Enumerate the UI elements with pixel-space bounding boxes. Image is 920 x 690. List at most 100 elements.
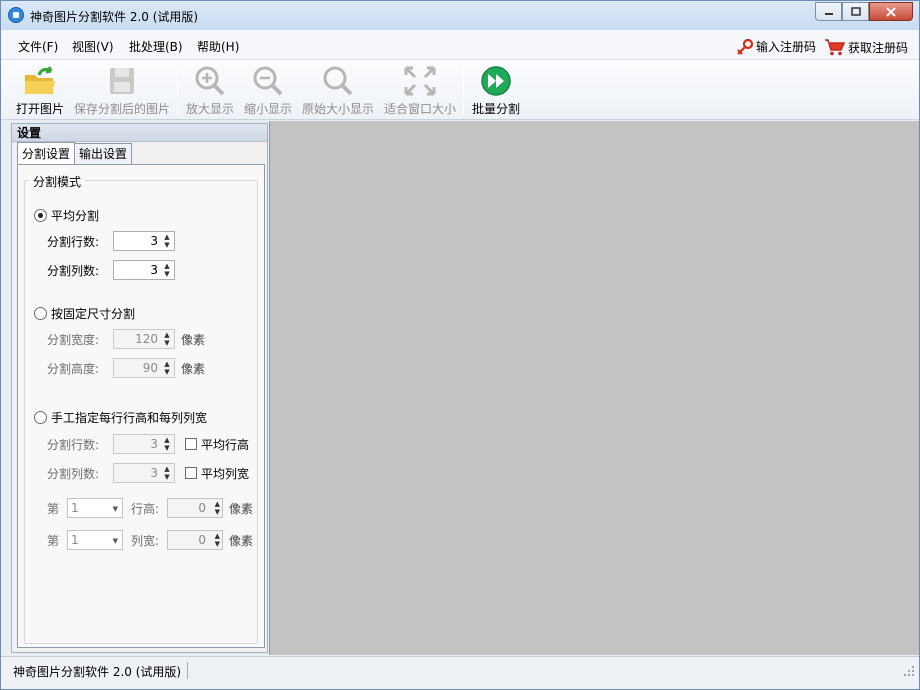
- resize-grip-icon[interactable]: [903, 665, 915, 677]
- even-rows-value: 3: [150, 234, 158, 248]
- split-mode-group: 分割模式 平均分割 分割行数: 3 ▲ ▼ 分割列数: 3 ▲ ▼ 按固定尺寸分…: [24, 173, 258, 644]
- spinner-arrows-icon[interactable]: ▲ ▼: [162, 262, 172, 278]
- fixed-height-unit: 像素: [181, 361, 206, 376]
- enter-register-code-label: 输入注册码: [756, 40, 817, 54]
- even-row-height-checkbox[interactable]: [185, 438, 197, 450]
- zoom-out-icon: [253, 66, 283, 96]
- even-col-width-label: 平均列宽: [201, 466, 250, 481]
- fixed-width-label: 分割宽度:: [47, 332, 100, 347]
- toolbar-separator: [463, 66, 464, 114]
- manual-rows-row: 分割行数: 3 ▲ ▼ 平均行高: [47, 434, 249, 454]
- fixed-height-row: 分割高度: 90 ▲ ▼ 像素: [47, 358, 205, 378]
- radio-even-split-label: 平均分割: [51, 209, 100, 223]
- split-settings-body: 分割模式 平均分割 分割行数: 3 ▲ ▼ 分割列数: 3 ▲ ▼ 按固定尺寸分…: [17, 164, 265, 648]
- radio-fixed-split[interactable]: 按固定尺寸分割: [34, 305, 135, 322]
- manual-cols-row: 分割列数: 3 ▲ ▼ 平均列宽: [47, 463, 249, 483]
- tab-split-settings[interactable]: 分割设置: [17, 142, 76, 164]
- save-split-images-label: 保存分割后的图片: [73, 102, 170, 116]
- spinner-arrows-icon[interactable]: ▲ ▼: [215, 532, 220, 548]
- menu-view[interactable]: 视图(V): [72, 38, 114, 55]
- radio-indicator[interactable]: [34, 307, 47, 320]
- app-window: 神奇图片分割软件 2.0 (试用版) 文件(F) 视图(V) 批处理(B) 帮助…: [0, 0, 920, 690]
- status-text: 神奇图片分割软件 2.0 (试用版): [13, 665, 182, 679]
- fit-window-icon: [404, 66, 436, 96]
- chevron-down-icon[interactable]: ▼: [113, 500, 118, 518]
- spinner-arrows-icon[interactable]: ▲ ▼: [215, 500, 220, 516]
- minimize-button[interactable]: [815, 2, 842, 21]
- spinner-arrows-icon[interactable]: ▲ ▼: [162, 465, 172, 481]
- split-mode-title: 分割模式: [29, 173, 86, 190]
- get-register-code-label: 获取注册码: [848, 40, 909, 55]
- even-row-height-label: 平均行高: [201, 437, 250, 452]
- spinner-arrows-icon[interactable]: ▲ ▼: [162, 436, 172, 452]
- fast-forward-icon: [481, 66, 511, 96]
- row-height-spinner[interactable]: 0 ▲ ▼: [167, 498, 223, 518]
- get-register-code-button[interactable]: 获取注册码: [824, 38, 908, 56]
- maximize-button[interactable]: [842, 2, 869, 21]
- spinner-arrows-icon[interactable]: ▲ ▼: [162, 233, 172, 249]
- title-bar[interactable]: 神奇图片分割软件 2.0 (试用版): [1, 1, 919, 30]
- col-width-spinner[interactable]: 0 ▲ ▼: [167, 530, 223, 550]
- even-col-width-checkbox[interactable]: [185, 467, 197, 479]
- fixed-width-spinner[interactable]: 120 ▲ ▼: [113, 329, 175, 349]
- radio-even-split[interactable]: 平均分割: [34, 207, 99, 224]
- key-icon: [737, 38, 753, 55]
- row-index-value: 1: [71, 501, 79, 515]
- manual-rows-label: 分割行数:: [47, 437, 100, 452]
- menu-file[interactable]: 文件(F): [18, 38, 58, 55]
- tab-output-settings[interactable]: 输出设置: [74, 143, 133, 164]
- even-cols-spinner[interactable]: 3 ▲ ▼: [113, 260, 175, 280]
- col-index-value: 1: [71, 533, 79, 547]
- toolbar-separator: [177, 66, 178, 114]
- even-cols-row: 分割列数: 3 ▲ ▼: [47, 260, 175, 280]
- window-title: 神奇图片分割软件 2.0 (试用版): [30, 10, 199, 24]
- menu-bar: 文件(F) 视图(V) 批处理(B) 帮助(H) 输入注册码 获取注册码: [1, 30, 919, 60]
- row-height-label: 行高:: [131, 501, 160, 516]
- maximize-icon: [850, 6, 861, 16]
- nth-col-label: 第: [47, 533, 60, 548]
- close-icon: [886, 6, 896, 17]
- col-width-value: 0: [198, 533, 206, 547]
- spinner-arrows-icon[interactable]: ▲ ▼: [162, 331, 172, 347]
- manual-cols-spinner[interactable]: 3 ▲ ▼: [113, 463, 175, 483]
- settings-tabs: 分割设置 输出设置: [17, 142, 133, 164]
- app-logo-icon: [8, 7, 24, 23]
- settings-panel: 设置 分割设置 输出设置 分割模式 平均分割 分割行数: 3 ▲ ▼ 分割列数:…: [11, 123, 268, 653]
- even-rows-label: 分割行数:: [47, 234, 100, 249]
- fixed-width-unit: 像素: [181, 332, 206, 347]
- minimize-icon: [824, 12, 833, 15]
- manual-rows-spinner[interactable]: 3 ▲ ▼: [113, 434, 175, 454]
- fit-window-label: 适合窗口大小: [383, 102, 456, 116]
- menu-help[interactable]: 帮助(H): [197, 38, 239, 55]
- magnifier-icon: [323, 66, 353, 96]
- menu-batch[interactable]: 批处理(B): [129, 38, 183, 55]
- row-height-unit: 像素: [229, 501, 254, 516]
- radio-manual-split-label: 手工指定每行行高和每列列宽: [51, 411, 208, 425]
- shopping-cart-icon: [825, 39, 846, 56]
- fixed-height-spinner[interactable]: 90 ▲ ▼: [113, 358, 175, 378]
- radio-indicator[interactable]: [34, 209, 47, 222]
- nth-row-label: 第: [47, 501, 60, 516]
- fixed-width-row: 分割宽度: 120 ▲ ▼ 像素: [47, 329, 205, 349]
- manual-rows-value: 3: [150, 437, 158, 451]
- radio-indicator[interactable]: [34, 411, 47, 424]
- zoom-in-icon: [195, 66, 225, 96]
- status-separator: [187, 662, 188, 679]
- row-height-value: 0: [198, 501, 206, 515]
- enter-register-code-button[interactable]: 输入注册码: [735, 38, 816, 55]
- col-index-select[interactable]: 1 ▼: [67, 530, 123, 550]
- zoom-in-label: 放大显示: [185, 102, 234, 116]
- window-controls: [815, 2, 913, 21]
- settings-panel-title: 设置: [12, 124, 267, 142]
- open-image-label: 打开图片: [15, 102, 64, 116]
- even-cols-value: 3: [150, 263, 158, 277]
- even-rows-spinner[interactable]: 3 ▲ ▼: [113, 231, 175, 251]
- row-index-select[interactable]: 1 ▼: [67, 498, 123, 518]
- radio-manual-split[interactable]: 手工指定每行行高和每列列宽: [34, 409, 207, 426]
- spinner-arrows-icon[interactable]: ▲ ▼: [162, 360, 172, 376]
- col-width-row: 第 1 ▼ 列宽: 0 ▲ ▼ 像素: [47, 530, 253, 550]
- toolbar: 打开图片 保存分割后的图片 放大显示 缩小显示 原始大小显示 适合窗口大小 批量…: [1, 60, 919, 120]
- close-button[interactable]: [869, 2, 913, 21]
- image-canvas[interactable]: [269, 121, 919, 655]
- chevron-down-icon[interactable]: ▼: [113, 532, 118, 550]
